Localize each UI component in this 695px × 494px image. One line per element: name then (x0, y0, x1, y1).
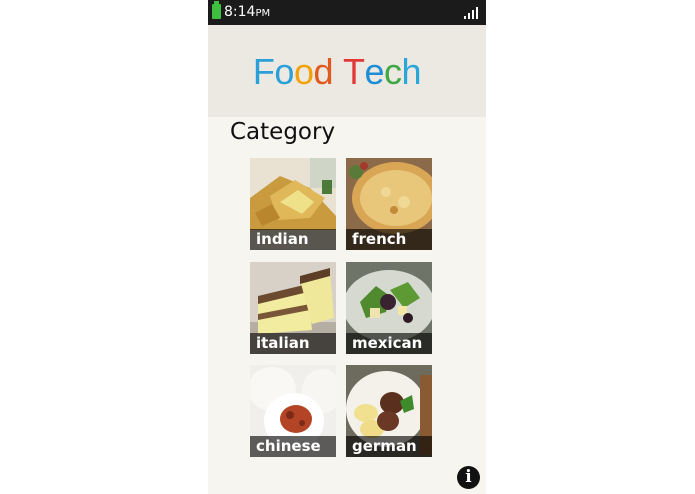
category-tile-german[interactable]: german (346, 365, 432, 457)
tile-label: chinese (256, 437, 321, 455)
category-heading: Category (230, 119, 336, 145)
time-ampm: PM (255, 8, 271, 19)
tile-label: indian (256, 230, 309, 248)
title-letter: c (384, 51, 402, 92)
title-letter: d (313, 51, 334, 92)
title-letter: e (364, 51, 385, 92)
tile-label: french (352, 230, 407, 248)
info-button[interactable]: i (457, 466, 480, 489)
title-letter: o (293, 51, 314, 92)
title-letter: T (343, 51, 365, 92)
time-value: 8:14 (224, 4, 256, 20)
battery-icon (212, 1, 221, 19)
app-title: Food Tech (208, 52, 466, 92)
tile-label: italian (256, 334, 310, 352)
title-letter: h (401, 51, 422, 92)
phone-screen: 8:14PM Food Tech Category indian french … (208, 0, 486, 494)
category-tile-mexican[interactable]: mexican (346, 262, 432, 354)
signal-icon (464, 7, 478, 19)
status-bar: 8:14PM (208, 0, 486, 25)
category-tile-italian[interactable]: italian (250, 262, 336, 354)
category-tile-french[interactable]: french (346, 158, 432, 250)
info-icon: i (465, 467, 472, 487)
status-time: 8:14PM (224, 4, 270, 22)
app-header: Food Tech (208, 25, 486, 117)
title-letter: o (274, 51, 294, 92)
tile-label: german (352, 437, 417, 455)
category-tile-indian[interactable]: indian (250, 158, 336, 250)
title-letter: F (252, 51, 275, 92)
tile-label: mexican (352, 334, 423, 352)
category-tile-chinese[interactable]: chinese (250, 365, 336, 457)
